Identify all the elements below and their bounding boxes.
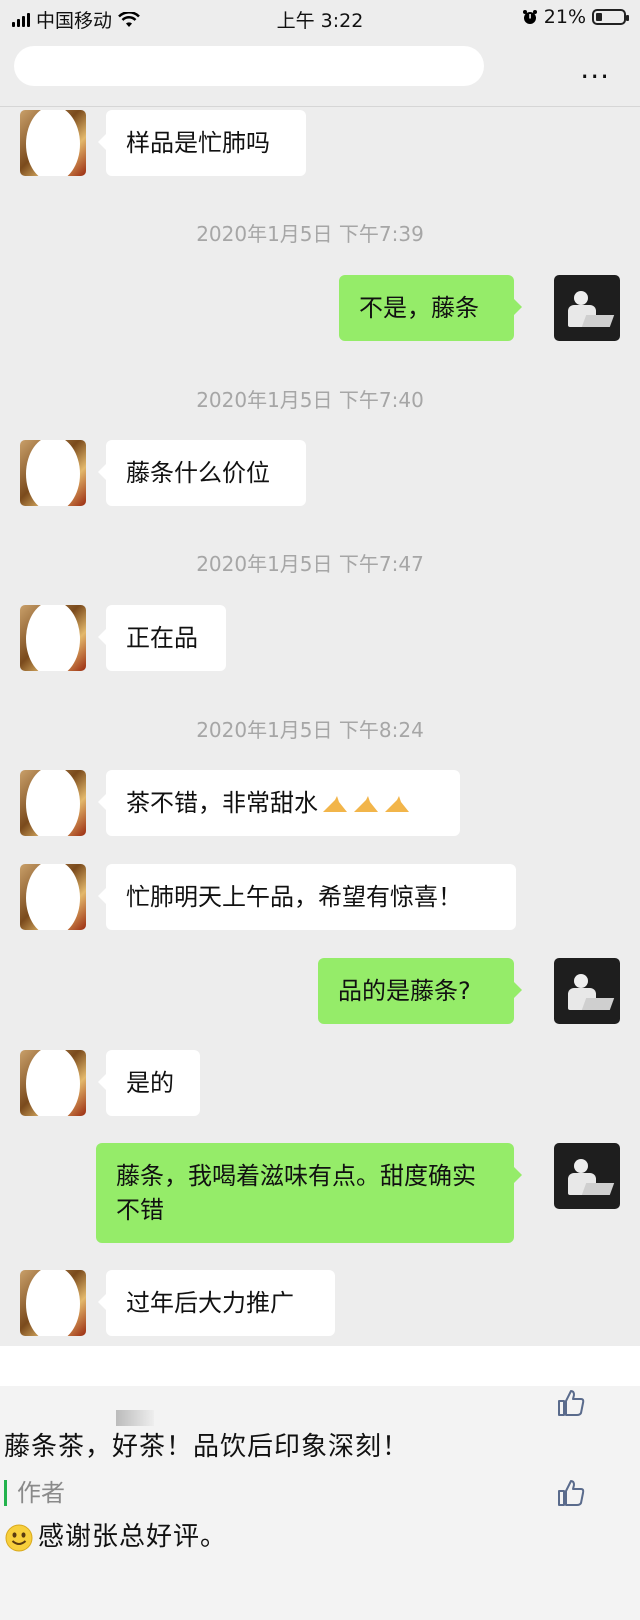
contact-avatar[interactable] — [20, 1270, 86, 1336]
status-bar: 中国移动 上午 3:22 21% — [0, 0, 640, 34]
redacted-chat-title — [14, 46, 484, 86]
message-bubble[interactable]: 藤条，我喝着滋味有点。甜度确实不错 — [96, 1143, 522, 1243]
timestamp: 2020年1月5日 下午7:39 — [196, 222, 424, 246]
ok-hand-emoji-icon — [354, 796, 378, 812]
timestamp: 2020年1月5日 下午7:47 — [196, 552, 424, 576]
thumbs-up-icon[interactable] — [556, 1478, 586, 1508]
timestamp: 2020年1月5日 下午8:24 — [196, 718, 424, 742]
self-avatar[interactable] — [554, 275, 620, 341]
message-bubble[interactable]: 正在品 — [98, 605, 226, 671]
message-bubble[interactable]: 过年后大力推广 — [98, 1270, 335, 1336]
message-bubble[interactable]: 忙肺明天上午品，希望有惊喜！ — [98, 864, 516, 930]
timestamp: 2020年1月5日 下午7:40 — [196, 388, 424, 412]
smiley-emoji-icon — [5, 1524, 33, 1551]
contact-avatar[interactable] — [20, 864, 86, 930]
message-bubble[interactable]: 品的是藤条? — [318, 958, 522, 1024]
more-options-button[interactable]: ... — [580, 52, 610, 85]
ok-hand-emoji-icon — [323, 796, 347, 812]
message-bubble[interactable]: 是的 — [98, 1050, 200, 1116]
self-avatar[interactable] — [554, 1143, 620, 1209]
message-text: 茶不错，非常甜水 — [126, 789, 318, 817]
battery-percent: 21% — [543, 6, 586, 28]
author-reply: 感谢张总好评。 — [4, 1516, 227, 1553]
redacted-commenter-avatar — [116, 1410, 154, 1426]
ok-hand-emoji-icon — [385, 796, 409, 812]
alarm-icon — [522, 10, 537, 24]
contact-avatar[interactable] — [20, 1050, 86, 1116]
contact-avatar[interactable] — [20, 770, 86, 836]
contact-avatar[interactable] — [20, 440, 86, 506]
battery-icon — [592, 9, 629, 25]
comment-text: 藤条茶，好茶！品饮后印象深刻！ — [4, 1432, 410, 1462]
thumbs-up-icon[interactable] — [556, 1388, 586, 1418]
author-label: 作者 — [4, 1480, 65, 1506]
chat-header: ... — [0, 34, 640, 107]
reply-text: 感谢张总好评。 — [38, 1522, 228, 1552]
self-avatar[interactable] — [554, 958, 620, 1024]
divider — [0, 1346, 640, 1386]
contact-avatar[interactable] — [20, 605, 86, 671]
message-bubble[interactable]: 样品是忙肺吗 — [98, 110, 306, 176]
message-bubble[interactable]: 不是，藤条 — [339, 275, 522, 341]
contact-avatar[interactable] — [20, 110, 86, 176]
message-bubble[interactable]: 藤条什么价位 — [98, 440, 306, 506]
comment-section: 藤条茶，好茶！品饮后印象深刻！ 作者 感谢张总好评。 — [0, 1386, 640, 1620]
message-bubble[interactable]: 茶不错，非常甜水 — [98, 770, 460, 836]
